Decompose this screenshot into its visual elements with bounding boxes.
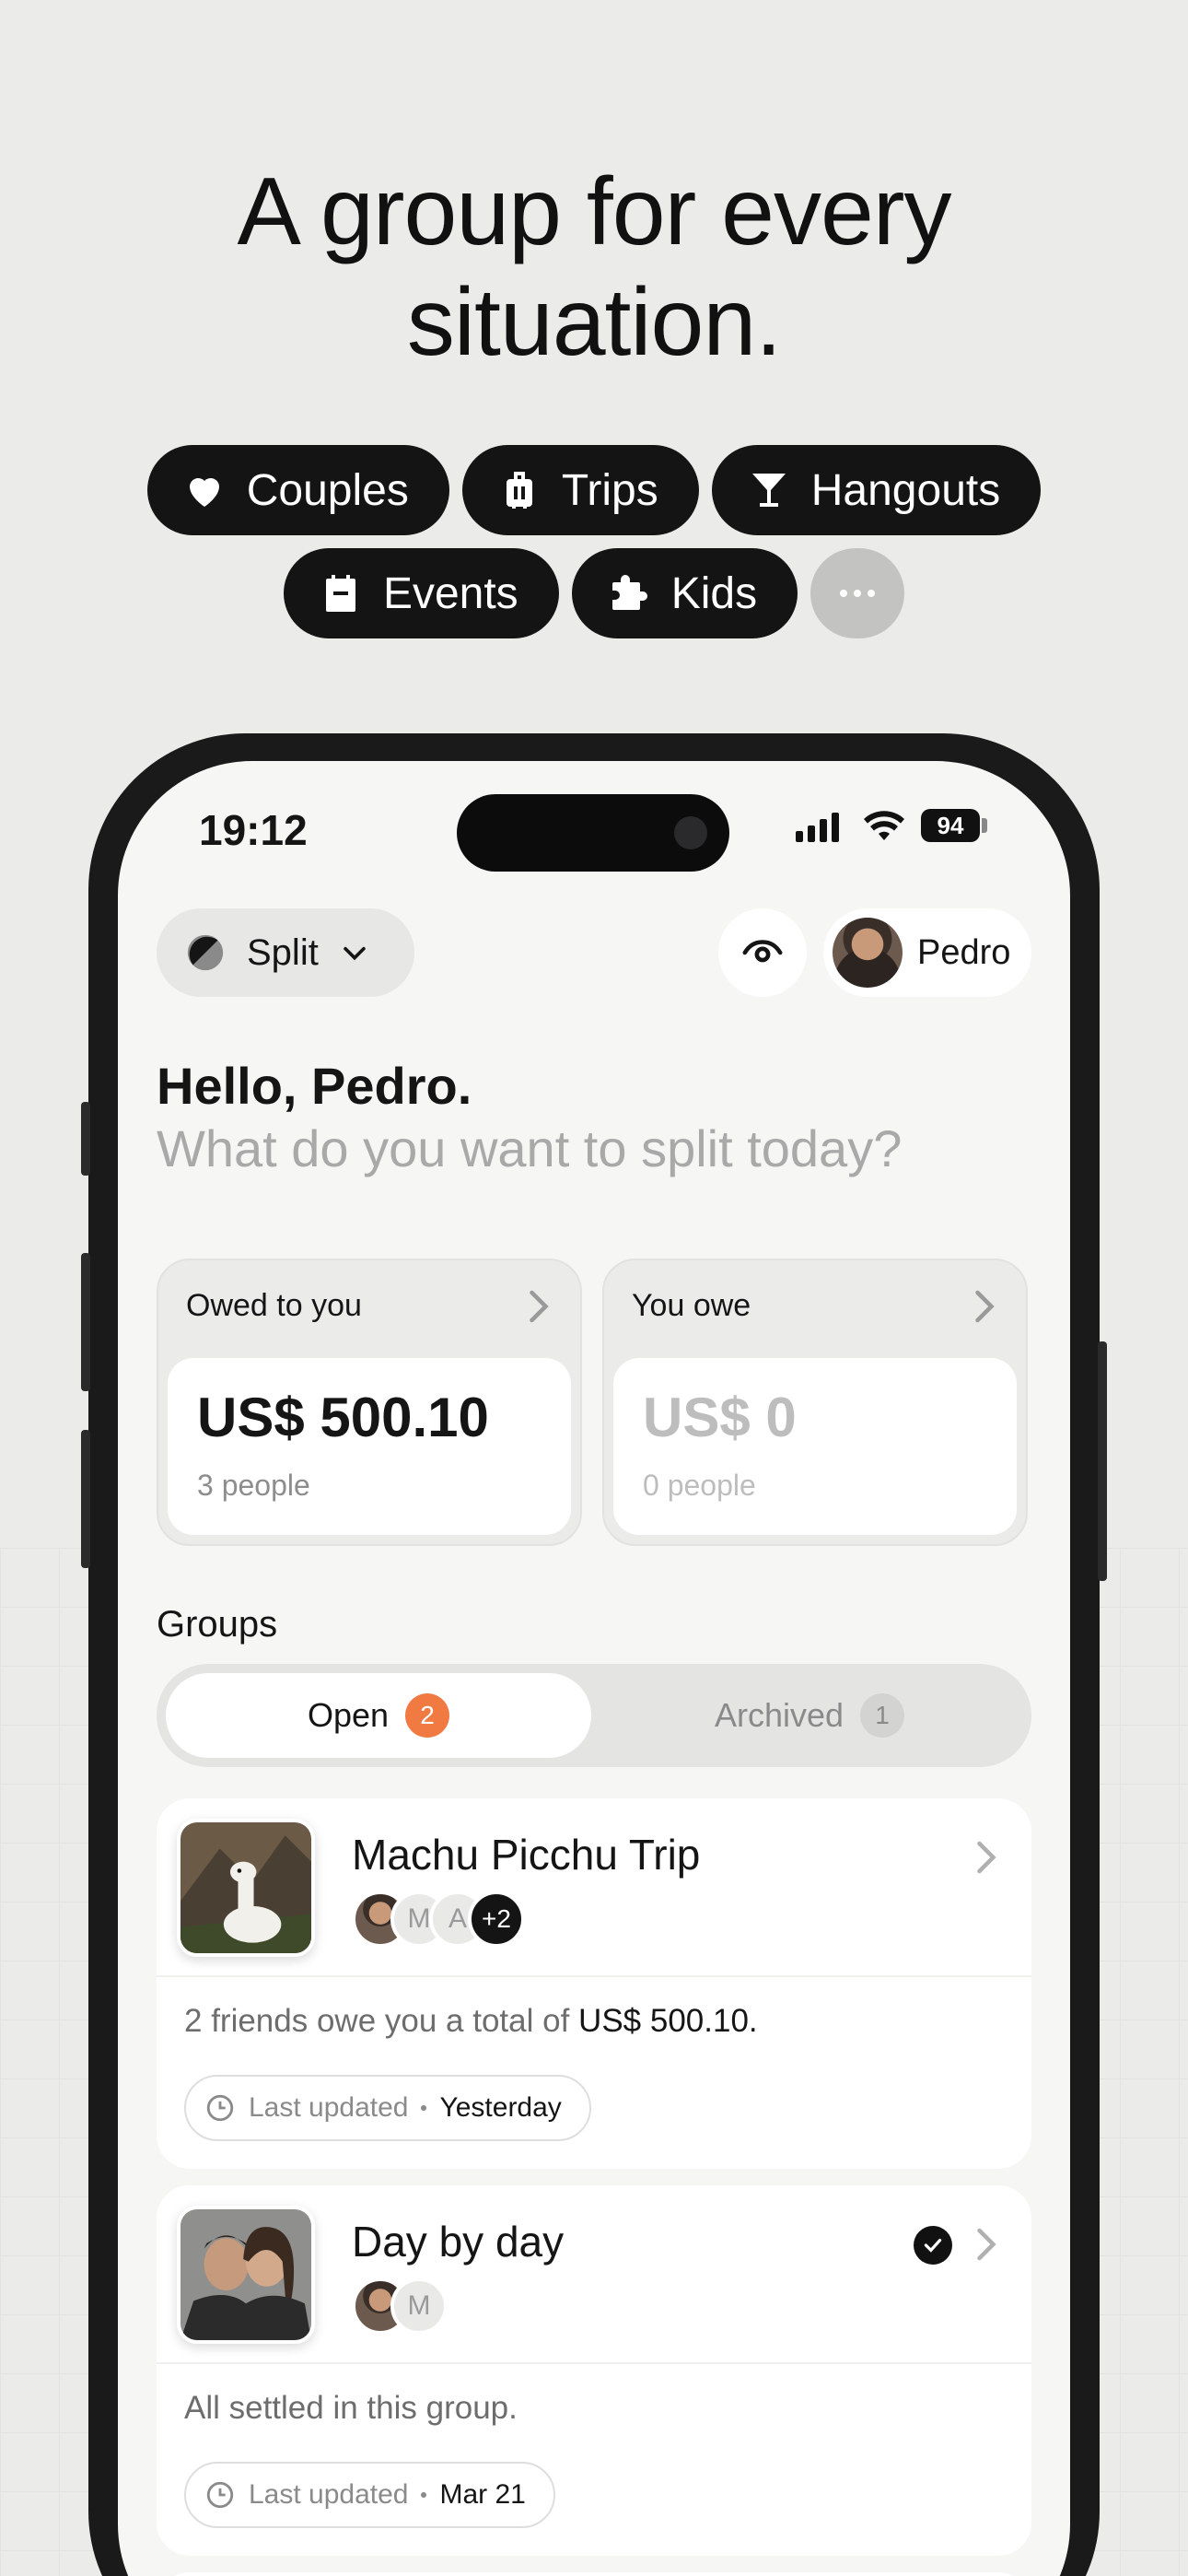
member-avatars: M A +2 <box>352 1891 525 1948</box>
puzzle-icon <box>611 575 647 610</box>
visibility-toggle-button[interactable] <box>718 908 807 997</box>
member-avatars: M <box>352 2277 448 2335</box>
group-summary: All settled in this group. <box>184 2390 518 2426</box>
chip-events[interactable]: Events <box>283 548 559 638</box>
chip-more[interactable] <box>810 548 905 638</box>
updated-value: Mar 21 <box>439 2479 526 2510</box>
group-card-day-by-day[interactable]: Day by day M All settled in this group. … <box>157 2185 1031 2556</box>
chip-couples[interactable]: Couples <box>146 445 449 535</box>
cocktail-icon <box>751 474 786 507</box>
owed-people-count: 3 people <box>197 1469 310 1502</box>
settled-check-icon <box>914 2226 952 2265</box>
chip-kids[interactable]: Kids <box>571 548 798 638</box>
chip-label: Couples <box>246 465 409 515</box>
heart-icon <box>189 477 219 507</box>
chevron-right-icon <box>977 1841 996 1874</box>
wifi-icon <box>864 811 904 840</box>
last-updated-pill: Last updated Yesterday <box>184 2075 591 2141</box>
greeting-title: Hello, Pedro. <box>157 1057 472 1115</box>
headline-line-1: A group for every <box>237 158 952 265</box>
battery-icon: 94 <box>921 809 980 842</box>
chip-trips[interactable]: Trips <box>461 445 699 535</box>
chip-label: Kids <box>670 568 758 618</box>
summary-amount: US$ 500.10. <box>578 2003 758 2039</box>
category-chips-row-2: Events Kids <box>0 548 1188 638</box>
group-card-header: Machu Picchu Trip M A +2 <box>157 1798 1031 1977</box>
split-logo-icon <box>187 934 224 971</box>
eye-icon <box>742 940 783 963</box>
open-count-badge: 2 <box>405 1693 450 1738</box>
updated-label: Last updated <box>249 2092 409 2123</box>
chip-hangouts[interactable]: Hangouts <box>711 445 1042 535</box>
camera-icon <box>674 816 707 849</box>
volume-up-button <box>81 1253 90 1391</box>
chip-label: Hangouts <box>810 465 1001 515</box>
chevron-right-icon <box>530 1290 549 1323</box>
clock-icon <box>206 2481 234 2509</box>
groups-segmented-control: Open 2 Archived 1 <box>157 1664 1031 1767</box>
avatar: M <box>390 2277 448 2335</box>
you-owe-card[interactable]: You owe US$ 0 0 people <box>602 1259 1028 1546</box>
summary-text: 2 friends owe you a total of <box>184 2003 579 2039</box>
power-button <box>1098 1341 1107 1581</box>
updated-value: Yesterday <box>439 2092 562 2123</box>
group-card-machu-picchu[interactable]: Machu Picchu Trip M A +2 2 friends owe y… <box>157 1798 1031 2169</box>
dynamic-island <box>457 794 729 872</box>
group-card-header: Day by day M <box>157 2185 1031 2364</box>
group-card-partial[interactable] <box>157 2572 1031 2576</box>
battery-tip <box>982 818 987 833</box>
luggage-icon <box>506 472 532 509</box>
status-time: 19:12 <box>199 806 308 854</box>
separator-dot <box>421 2492 427 2498</box>
more-members-badge: +2 <box>468 1891 525 1948</box>
signal-icon <box>796 813 839 842</box>
tab-archived[interactable]: Archived 1 <box>597 1673 1022 1758</box>
card-body: US$ 500.10 3 people <box>168 1358 571 1535</box>
chip-label: Trips <box>561 465 658 515</box>
group-name: Day by day <box>352 2218 565 2266</box>
calendar-icon <box>325 575 355 612</box>
user-name: Pedro <box>917 932 1011 972</box>
clock-icon <box>206 2094 234 2122</box>
chevron-right-icon <box>975 1290 995 1323</box>
owed-amount: US$ 500.10 <box>197 1387 489 1448</box>
group-name: Machu Picchu Trip <box>352 1831 701 1879</box>
chevron-right-icon <box>977 2228 996 2261</box>
tab-label: Archived <box>714 1696 844 1734</box>
chevron-down-icon <box>344 946 366 961</box>
top-bar: Split Pedro <box>157 908 1031 997</box>
group-summary: 2 friends owe you a total of US$ 500.10. <box>184 2003 758 2040</box>
separator-dot <box>421 2105 427 2111</box>
tab-label: Open <box>307 1696 390 1734</box>
headline: A group for every situation. <box>0 157 1188 378</box>
group-image-couple <box>177 2206 315 2344</box>
card-title: You owe <box>632 1288 751 1323</box>
groups-heading: Groups <box>157 1604 278 1645</box>
tab-open[interactable]: Open 2 <box>166 1673 591 1758</box>
card-title: Owed to you <box>186 1288 362 1323</box>
owe-people-count: 0 people <box>643 1469 756 1502</box>
chip-label: Events <box>382 568 518 618</box>
more-dots-icon <box>840 590 876 597</box>
greeting-question: What do you want to split today? <box>157 1119 903 1177</box>
card-body: US$ 0 0 people <box>613 1358 1017 1535</box>
owed-to-you-card[interactable]: Owed to you US$ 500.10 3 people <box>157 1259 582 1546</box>
status-bar: 19:12 94 <box>118 761 1070 899</box>
last-updated-pill: Last updated Mar 21 <box>184 2462 555 2528</box>
volume-down-button <box>81 1430 90 1568</box>
updated-label: Last updated <box>249 2479 409 2510</box>
avatar <box>833 918 903 988</box>
split-menu-button[interactable]: Split <box>157 908 414 997</box>
split-label: Split <box>247 931 319 973</box>
profile-button[interactable]: Pedro <box>823 908 1031 997</box>
category-chips-row-1: Couples Trips Hangouts <box>0 445 1188 535</box>
owe-amount: US$ 0 <box>643 1387 797 1448</box>
headline-line-2: situation. <box>406 269 782 376</box>
side-button <box>81 1102 90 1176</box>
group-image-llama <box>177 1819 315 1957</box>
phone-screen: 19:12 94 Split Pedro Hello, Pedro. What … <box>118 761 1070 2576</box>
archived-count-badge: 1 <box>860 1693 905 1738</box>
